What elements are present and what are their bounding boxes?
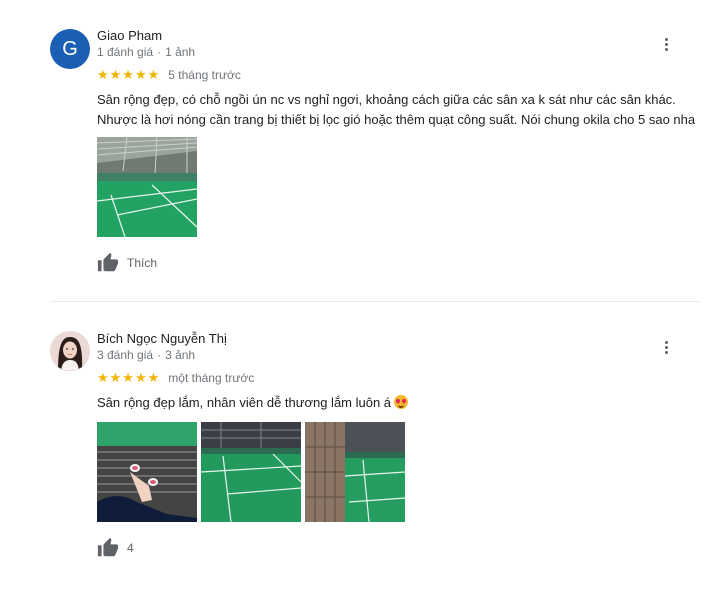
review-count: 1 đánh giá — [97, 45, 154, 59]
review-time: 5 tháng trước — [168, 68, 241, 82]
avatar-letter: G — [62, 37, 78, 60]
review-card: Bích Ngọc Nguyễn Thị 3 đánh giá · 3 ảnh ★★… — [0, 300, 719, 596]
review-text-row: Sân rộng đẹp lắm, nhân viên dễ thương lắ… — [97, 393, 712, 413]
photo-count: 1 ảnh — [165, 45, 196, 59]
rating-row: ★★★★★ 5 tháng trước — [97, 67, 241, 83]
review-photo[interactable] — [201, 422, 301, 522]
review-photo[interactable] — [97, 422, 197, 522]
like-label: Thích — [127, 256, 158, 270]
reviewer-meta: 1 đánh giá · 1 ảnh — [97, 45, 196, 59]
star-eyes-emoji — [394, 395, 409, 409]
rating-row: ★★★★★ một tháng trước — [97, 370, 254, 386]
thumb-up-icon — [97, 252, 119, 272]
review-photo[interactable] — [305, 422, 405, 522]
review-photos — [97, 422, 405, 522]
review-text: Sân rộng đẹp lắm, nhân viên dễ thương lắ… — [97, 395, 392, 410]
avatar[interactable]: G — [50, 29, 90, 69]
more-vert-icon — [664, 37, 668, 41]
reviewer-meta: 3 đánh giá · 3 ảnh — [97, 348, 196, 362]
like-count: 4 — [127, 541, 134, 555]
thumb-up-icon — [97, 537, 119, 557]
review-card: G Giao Pham 1 đánh giá · 1 ảnh ★★★★★ 5 thá… — [0, 0, 719, 300]
star-rating: ★★★★★ — [97, 67, 161, 82]
reviewer-name[interactable]: Giao Pham — [97, 28, 162, 43]
review-count: 3 đánh giá — [97, 348, 154, 362]
reviewer-name[interactable]: Bích Ngọc Nguyễn Thị — [97, 331, 227, 346]
avatar[interactable] — [50, 331, 90, 371]
star-rating: ★★★★★ — [97, 370, 161, 385]
like-button[interactable]: 4 — [97, 537, 134, 559]
review-time: một tháng trước — [168, 371, 255, 385]
review-text: Sân rộng đẹp, có chỗ ngồi ún nc vs nghỉ … — [97, 92, 696, 127]
review-photo[interactable] — [97, 137, 197, 237]
review-photos — [97, 137, 197, 237]
more-options-button[interactable] — [658, 33, 674, 55]
photo-count: 3 ảnh — [165, 348, 196, 362]
like-button[interactable]: Thích — [97, 252, 157, 274]
more-vert-icon — [664, 340, 668, 344]
more-options-button[interactable] — [658, 336, 674, 358]
